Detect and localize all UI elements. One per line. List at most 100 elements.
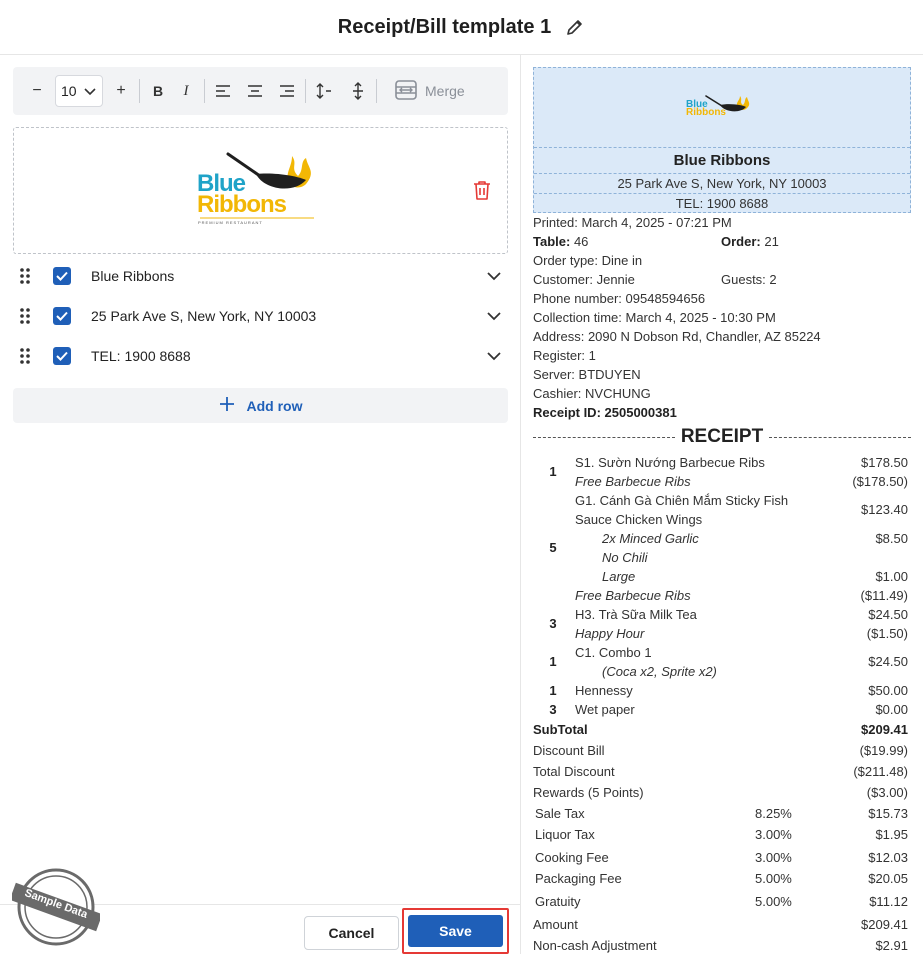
trash-icon[interactable] (473, 180, 491, 205)
noncash-label: Non-cash Adjustment (533, 938, 657, 953)
chevron-down-icon[interactable] (484, 271, 504, 281)
packaging-fee-pct: 5.00% (755, 871, 792, 886)
printed-line: Printed: March 4, 2025 - 07:21 PM (533, 213, 911, 232)
row-checkbox[interactable] (53, 307, 71, 325)
item-name: Wet paper (575, 702, 635, 717)
merge-button[interactable]: Merge (395, 79, 465, 103)
logo-text-ribbons: Ribbons (197, 191, 287, 218)
gratuity-pct: 5.00% (755, 894, 792, 909)
bold-button[interactable]: B (144, 77, 172, 105)
discount-bill-label: Discount Bill (533, 743, 605, 758)
chevron-down-icon[interactable] (484, 351, 504, 361)
total-discount-value: ($211.48) (853, 764, 908, 779)
liquor-tax-pct: 3.00% (755, 827, 792, 842)
chevron-down-icon[interactable] (484, 311, 504, 321)
sale-tax-row: Sale Tax 8.25% $15.73 (533, 804, 911, 824)
server-line: Server: BTDUYEN (533, 365, 911, 384)
gratuity-value: $11.12 (869, 894, 908, 909)
vertical-spacing-icon[interactable] (344, 77, 372, 105)
table-label: Table: (533, 234, 571, 249)
line-height-icon[interactable] (310, 77, 338, 105)
align-left-icon[interactable] (209, 77, 237, 105)
chevron-down-icon (84, 83, 96, 99)
list-item: 5 G1. Cánh Gà Chiên Mắm Sticky Fish Sauc… (533, 491, 911, 605)
plus-icon (219, 396, 235, 415)
receipt-tel[interactable]: TEL: 1900 8688 (534, 194, 910, 213)
order-value: 21 (764, 234, 779, 249)
order-label: Order: (721, 234, 761, 249)
pencil-icon[interactable] (565, 17, 585, 37)
receipt-id-value: 2505000381 (604, 405, 677, 420)
delivery-address-line: Address: 2090 N Dobson Rd, Chandler, AZ … (533, 327, 911, 346)
receipt-restaurant-name[interactable]: Blue Ribbons (534, 148, 910, 174)
total-discount-row: Total Discount ($211.48) (533, 762, 911, 782)
item-qty: 1 (549, 683, 557, 698)
row-checkbox[interactable] (53, 347, 71, 365)
printed-value: March 4, 2025 - 07:21 PM (581, 215, 732, 230)
subtotal-label: SubTotal (533, 722, 588, 737)
toolbar-divider (204, 79, 205, 103)
item-discount-price: ($1.50) (866, 626, 908, 641)
cancel-button[interactable]: Cancel (304, 916, 399, 950)
add-row-label: Add row (246, 397, 303, 414)
logo-block[interactable]: Blue Ribbons PREMIUM RESTAURANT (13, 127, 508, 254)
register-label: Register: (533, 348, 586, 363)
item-name: G1. Cánh Gà Chiên Mắm Sticky Fish (575, 493, 789, 508)
rewards-label: Rewards (5 Points) (533, 785, 644, 800)
sale-tax-label: Sale Tax (535, 806, 585, 821)
dashed-divider (769, 436, 912, 438)
align-center-icon[interactable] (241, 77, 269, 105)
increase-font-button[interactable]: + (107, 77, 135, 105)
item-name: C1. Combo 1 (575, 645, 652, 660)
align-right-icon[interactable] (273, 77, 301, 105)
item-qty: 1 (549, 464, 557, 479)
save-button[interactable]: Save (408, 915, 503, 947)
amount-value: $209.41 (861, 917, 908, 932)
register-value: 1 (588, 348, 596, 363)
register-line: Register: 1 (533, 346, 911, 365)
order-type-label: Order type: (533, 253, 599, 268)
item-price: $24.50 (868, 654, 908, 669)
item-modifier: 2x Minced Garlic (602, 531, 699, 546)
header-row[interactable]: Blue Ribbons (13, 256, 508, 296)
italic-button[interactable]: I (172, 77, 200, 105)
add-row-button[interactable]: Add row (13, 388, 508, 423)
drag-handle-icon[interactable] (13, 267, 37, 285)
subtotal-row: SubTotal $209.41 (533, 720, 911, 740)
header-row[interactable]: 25 Park Ave S, New York, NY 10003 (13, 296, 508, 336)
sample-data-stamp: Sample Data (9, 867, 103, 947)
item-modifier-price: $8.50 (875, 531, 908, 546)
drag-handle-icon[interactable] (13, 347, 37, 365)
sale-tax-pct: 8.25% (755, 806, 792, 821)
gratuity-row: Gratuity 5.00% $11.12 (533, 892, 911, 912)
receipt-header-block[interactable]: Blue Ribbons Blue Ribbons 25 Park Ave S,… (533, 67, 911, 213)
noncash-row: Non-cash Adjustment $2.91 (533, 936, 911, 954)
item-discount: Happy Hour (575, 626, 645, 641)
receipt-id-label: Receipt ID: (533, 405, 601, 420)
row-label: Blue Ribbons (91, 268, 175, 284)
item-discount-price: ($178.50) (852, 474, 908, 489)
server-label: Server: (533, 367, 575, 382)
rewards-row: Rewards (5 Points) ($3.00) (533, 783, 911, 803)
item-name-cont: Sauce Chicken Wings (575, 512, 703, 527)
receipt-address[interactable]: 25 Park Ave S, New York, NY 10003 (534, 174, 910, 194)
font-size-select[interactable]: 10 (55, 75, 103, 107)
item-modifier: Large (602, 569, 636, 584)
list-item: 1 C1. Combo 1 $24.50 (Coca x2, Sprite x2… (533, 643, 911, 681)
merge-label: Merge (425, 83, 465, 99)
decrease-font-button[interactable]: − (23, 77, 51, 105)
amount-label: Amount (533, 917, 578, 932)
toolbar-divider (305, 79, 306, 103)
sale-tax-value: $15.73 (868, 806, 908, 821)
amount-row: Amount $209.41 (533, 915, 911, 935)
row-checkbox[interactable] (53, 267, 71, 285)
noncash-value: $2.91 (875, 938, 908, 953)
item-qty: 3 (549, 702, 557, 717)
save-highlight: Save (402, 908, 509, 954)
drag-handle-icon[interactable] (13, 307, 37, 325)
item-discount-price: ($11.49) (860, 588, 908, 603)
section-title: RECEIPT (680, 426, 764, 447)
cashier-value: NVCHUNG (585, 386, 651, 401)
order-type-line: Order type: Dine in (533, 251, 911, 270)
header-row[interactable]: TEL: 1900 8688 (13, 336, 508, 376)
